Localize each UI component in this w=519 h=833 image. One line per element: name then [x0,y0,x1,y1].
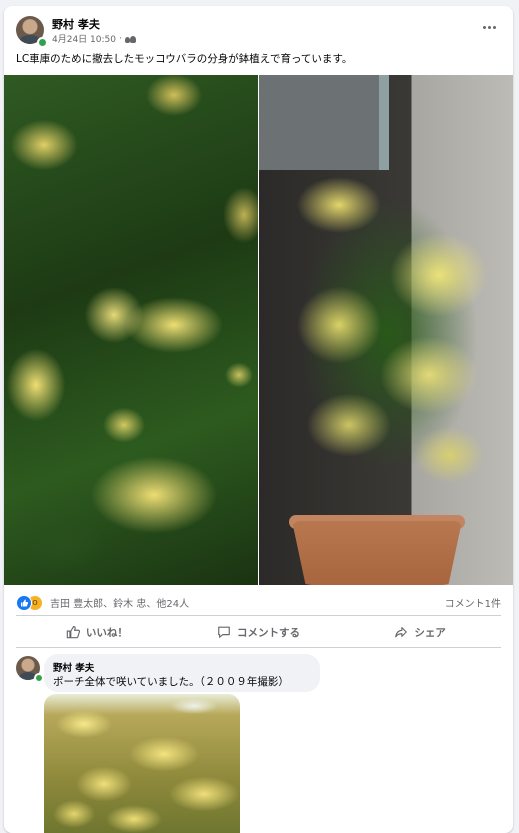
comment-button[interactable]: コメントする [178,620,340,644]
post-meta: 4月24日 10:50 · [52,32,136,45]
reactions-summary: o 吉田 豊太郎、鈴木 忠、他24人 コメント1件 [16,591,501,613]
comment-count[interactable]: コメント1件 [445,595,501,610]
friends-icon[interactable] [124,35,136,43]
reactors-list[interactable]: 吉田 豊太郎、鈴木 忠、他24人 [50,595,189,610]
comment-bubble: 野村 孝夫 ポーチ全体で咲いていました。（２００９年撮影） [44,654,320,692]
share-label: シェア [414,626,446,639]
flower-pot [292,521,462,585]
share-icon [395,627,408,638]
post-author-name[interactable]: 野村 孝夫 [52,16,100,32]
share-button[interactable]: シェア [339,620,501,644]
more-horizontal-icon [482,25,486,29]
like-reaction-icon[interactable] [16,595,32,611]
post-header: 野村 孝夫 4月24日 10:50 · [4,6,513,48]
like-label: いいね！ [85,626,128,639]
comment-author[interactable]: 野村 孝夫 [53,660,94,674]
thumbs-up-icon [66,625,80,639]
divider-bottom [16,647,501,648]
porch-rose-photo[interactable] [44,694,240,833]
post-card: 野村 孝夫 4月24日 10:50 · LC車庫のために撤去したモッコウバラの分… [4,6,513,833]
yellow-rose-closeup-photo[interactable] [4,75,258,585]
divider-top [16,615,501,616]
post-timestamp[interactable]: 4月24日 10:50 [52,32,116,45]
comment-text: ポーチ全体で咲いていました。（２００９年撮影） [53,676,289,688]
post-text: LC車庫のために撤去したモッコウバラの分身が鉢植えで育っています。 [16,53,353,65]
online-status-icon [37,37,48,48]
potted-yellow-rose-photo[interactable] [259,75,513,585]
more-options-button[interactable] [477,20,501,34]
commenter-online-icon [34,673,44,683]
comment-label: コメントする [237,626,300,639]
comment-icon [218,626,230,638]
post-actions: いいね！ コメントする シェア [16,620,501,644]
like-button[interactable]: いいね！ [16,620,178,644]
